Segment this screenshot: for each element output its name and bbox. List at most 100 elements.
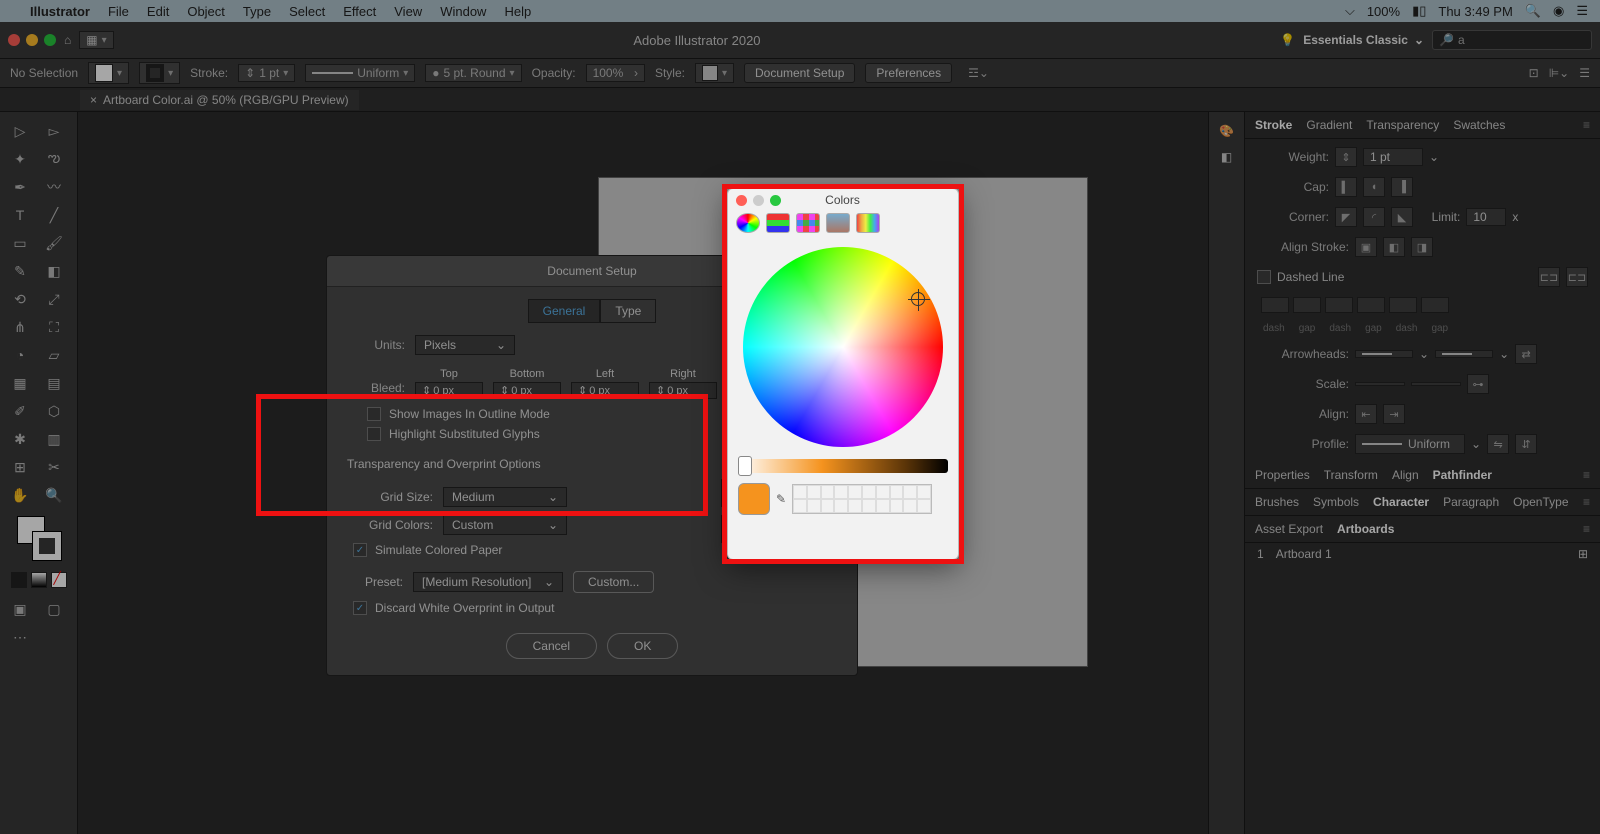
menu-file[interactable]: File (108, 4, 129, 19)
color-tab-image[interactable] (826, 213, 850, 233)
cap-butt[interactable]: ▍ (1335, 177, 1357, 197)
arrow-start[interactable] (1355, 350, 1413, 358)
bleed-right-input[interactable]: ⇕ 0 px (649, 382, 717, 399)
line-tool[interactable]: ╱ (38, 202, 70, 228)
limit-input[interactable]: 10 (1466, 208, 1506, 226)
tab-artboards[interactable]: Artboards (1337, 522, 1394, 536)
panel-menu-icon[interactable]: ≡ (1583, 118, 1590, 132)
magic-wand-tool[interactable]: ✦ (4, 146, 36, 172)
menu-help[interactable]: Help (504, 4, 531, 19)
tab-transparency[interactable]: Transparency (1366, 118, 1439, 132)
selection-tool[interactable]: ▷ (4, 118, 36, 144)
style-dd[interactable] (695, 63, 734, 83)
tab-align[interactable]: Align (1392, 468, 1419, 482)
color-panel-icon[interactable]: 🎨 (1219, 124, 1234, 138)
free-transform-tool[interactable]: ⛶ (38, 314, 70, 340)
close-window-icon[interactable] (8, 34, 20, 46)
chk-dashed[interactable] (1257, 270, 1271, 284)
color-guide-icon[interactable]: ◧ (1221, 150, 1232, 164)
colors-zoom-icon[interactable] (770, 195, 781, 206)
color-mode-solid[interactable] (11, 572, 27, 588)
menu-edit[interactable]: Edit (147, 4, 169, 19)
minimize-window-icon[interactable] (26, 34, 38, 46)
weight-stepper[interactable]: ⇕ (1335, 147, 1357, 167)
artboard-list-row[interactable]: 1 Artboard 1 ⊞ (1245, 543, 1600, 565)
tab-transform[interactable]: Transform (1324, 468, 1378, 482)
brush-dd[interactable]: ● 5 pt. Round (425, 64, 521, 82)
preset-dropdown[interactable]: [Medium Resolution]⌄ (413, 572, 563, 592)
rectangle-tool[interactable]: ▭ (4, 230, 36, 256)
direct-select-tool[interactable]: ▻ (38, 118, 70, 144)
recent-colors-grid[interactable] (792, 484, 932, 514)
arrow-end[interactable] (1435, 350, 1493, 358)
colors-close-icon[interactable] (736, 195, 747, 206)
arrow-align-end[interactable]: ⇥ (1383, 404, 1405, 424)
stroke-color-icon[interactable] (33, 532, 61, 560)
dash3[interactable] (1389, 297, 1417, 313)
app-search[interactable]: 🔎 a (1432, 30, 1592, 50)
ok-button[interactable]: OK (607, 633, 678, 659)
document-setup-button[interactable]: Document Setup (744, 63, 855, 83)
tab-symbols[interactable]: Symbols (1313, 495, 1359, 509)
menu-view[interactable]: View (394, 4, 422, 19)
menu-window[interactable]: Window (440, 4, 486, 19)
align-to-icon[interactable]: ☲⌄ (968, 66, 989, 80)
menubar-app[interactable]: Illustrator (30, 4, 90, 19)
stroke-profile-dd[interactable]: Uniform (305, 64, 415, 82)
panel-menu-icon-4[interactable]: ≡ (1583, 522, 1590, 536)
bleed-top-input[interactable]: ⇕ 0 px (415, 382, 483, 399)
tab-swatches[interactable]: Swatches (1453, 118, 1505, 132)
cancel-button[interactable]: Cancel (506, 633, 597, 659)
cap-round[interactable]: ◖ (1363, 177, 1385, 197)
type-tool[interactable]: T (4, 202, 36, 228)
siri-icon[interactable]: ◉ (1553, 3, 1564, 19)
brightness-knob[interactable] (738, 456, 752, 476)
dash-align-icon[interactable]: ⊏⊐ (1566, 267, 1588, 287)
bleed-left-input[interactable]: ⇕ 0 px (571, 382, 639, 399)
align-inside[interactable]: ◧ (1383, 237, 1405, 257)
slice-tool[interactable]: ✂ (38, 454, 70, 480)
flip-h-icon[interactable]: ⇋ (1487, 434, 1509, 454)
workspace-switcher[interactable]: Essentials Classic ⌄ (1303, 33, 1424, 47)
fill-swatch[interactable] (88, 62, 129, 84)
grid-size-dropdown[interactable]: Medium⌄ (443, 487, 567, 507)
corner-round[interactable]: ◜ (1363, 207, 1385, 227)
arrow-align-tip[interactable]: ⇤ (1355, 404, 1377, 424)
scale-end[interactable] (1411, 382, 1461, 386)
tab-type[interactable]: Type (600, 299, 656, 323)
menu-extras-icon[interactable]: ☰ (1576, 3, 1588, 19)
blend-tool[interactable]: ⬡ (38, 398, 70, 424)
shape-builder-tool[interactable]: ◔ (4, 342, 36, 368)
list-icon[interactable]: ☰ (1579, 66, 1590, 80)
scale-start[interactable] (1355, 382, 1405, 386)
hand-tool[interactable]: ✋ (4, 482, 36, 508)
tab-character[interactable]: Character (1373, 495, 1429, 509)
units-dropdown[interactable]: Pixels⌄ (415, 335, 515, 355)
corner-bevel[interactable]: ◣ (1391, 207, 1413, 227)
width-tool[interactable]: ⋔ (4, 314, 36, 340)
tab-properties[interactable]: Properties (1255, 468, 1310, 482)
mesh-tool[interactable]: ▦ (4, 370, 36, 396)
dash-preserve-icon[interactable]: ⊏⊐ (1538, 267, 1560, 287)
lasso-tool[interactable]: ఌ (38, 146, 70, 172)
dash1[interactable] (1261, 297, 1289, 313)
symbol-sprayer-tool[interactable]: ✱ (4, 426, 36, 452)
tab-asset-export[interactable]: Asset Export (1255, 522, 1323, 536)
opacity-field[interactable]: 100% › (586, 64, 645, 82)
chk-simulate-paper[interactable] (353, 543, 367, 557)
stroke-weight-dd[interactable]: ⇕ 1 pt (238, 64, 295, 82)
align-guide-icon[interactable]: ⊫⌄ (1549, 66, 1570, 80)
tab-gradient[interactable]: Gradient (1306, 118, 1352, 132)
color-tab-sliders[interactable] (766, 213, 790, 233)
zoom-window-icon[interactable] (44, 34, 56, 46)
menu-object[interactable]: Object (187, 4, 225, 19)
chk-glyphs[interactable] (367, 427, 381, 441)
gradient-tool[interactable]: ▤ (38, 370, 70, 396)
column-graph-tool[interactable]: ▥ (38, 426, 70, 452)
tab-paragraph[interactable]: Paragraph (1443, 495, 1499, 509)
grid-colors-dropdown[interactable]: Custom⌄ (443, 515, 567, 535)
panel-menu-icon-2[interactable]: ≡ (1583, 468, 1590, 482)
weight-dd-icon[interactable]: ⌄ (1429, 150, 1439, 164)
paintbrush-tool[interactable]: 🖌 (38, 230, 70, 256)
color-tab-pencils[interactable] (856, 213, 880, 233)
